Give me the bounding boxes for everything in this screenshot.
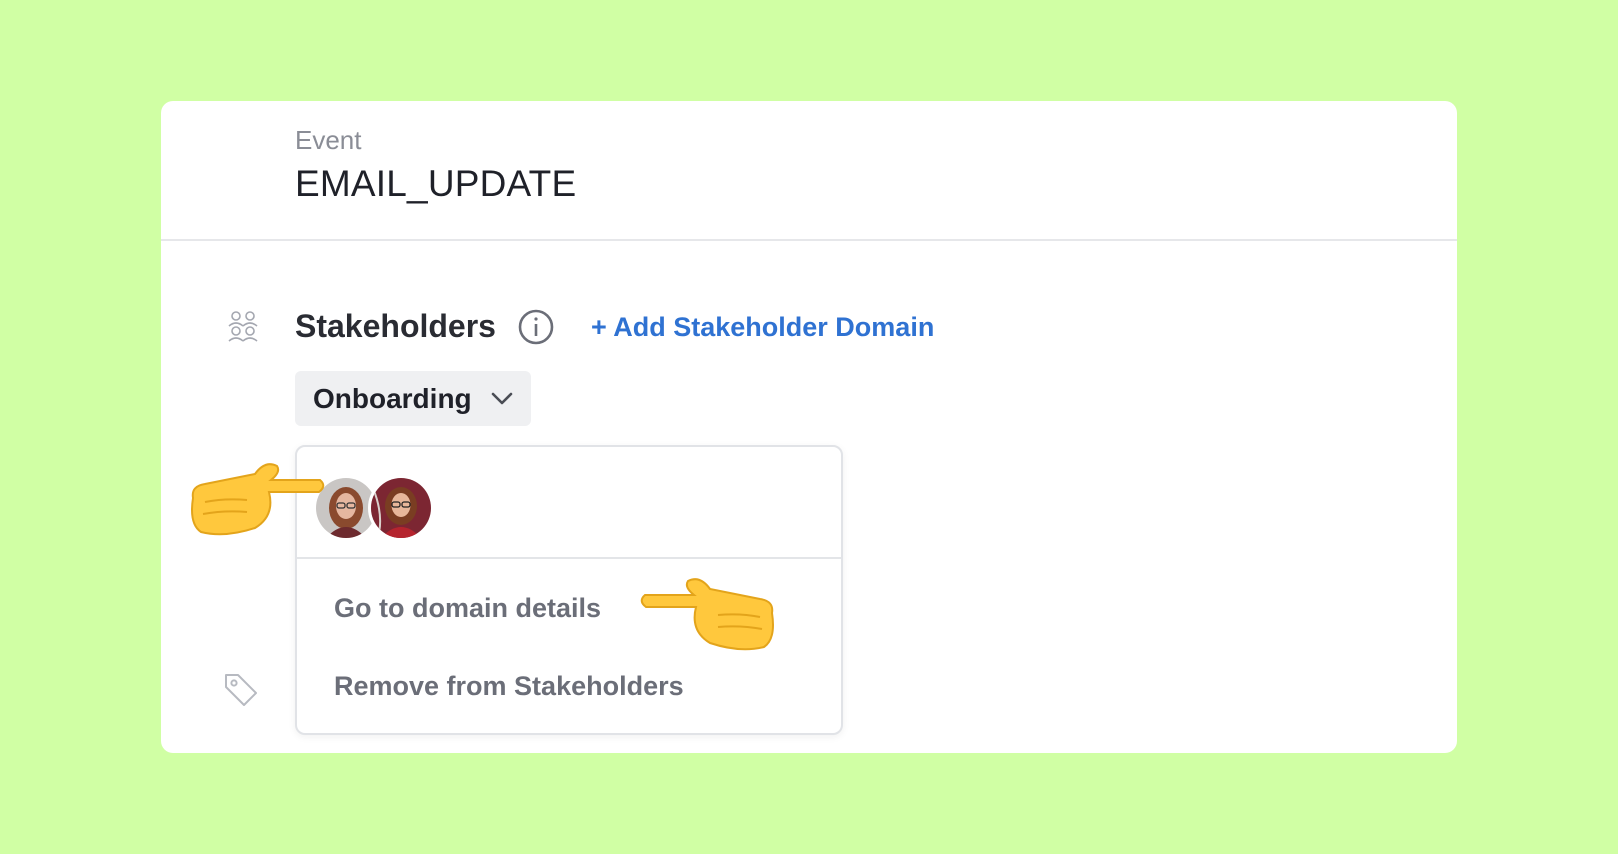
add-stakeholder-domain-link[interactable]: + Add Stakeholder Domain [591, 312, 934, 343]
go-to-domain-details[interactable]: Go to domain details [334, 593, 601, 624]
info-icon[interactable] [517, 308, 555, 346]
event-header: Event EMAIL_UPDATE [161, 101, 1457, 241]
event-card: Event EMAIL_UPDATE Stakeholders + Add St… [161, 101, 1457, 753]
pointing-hand-icon [640, 578, 774, 651]
pointing-hand-icon [191, 463, 325, 536]
stakeholder-avatars [297, 447, 841, 559]
event-name: EMAIL_UPDATE [295, 163, 577, 204]
avatar[interactable] [368, 475, 434, 541]
tag-icon [225, 674, 257, 706]
people-icon [228, 311, 258, 342]
domain-dropdown-label: Onboarding [313, 383, 472, 414]
event-label: Event [295, 125, 362, 155]
domain-dropdown[interactable]: Onboarding [295, 371, 531, 426]
remove-from-stakeholders[interactable]: Remove from Stakeholders [334, 671, 684, 702]
chevron-down-icon [491, 392, 513, 405]
stakeholders-title: Stakeholders [295, 308, 496, 344]
